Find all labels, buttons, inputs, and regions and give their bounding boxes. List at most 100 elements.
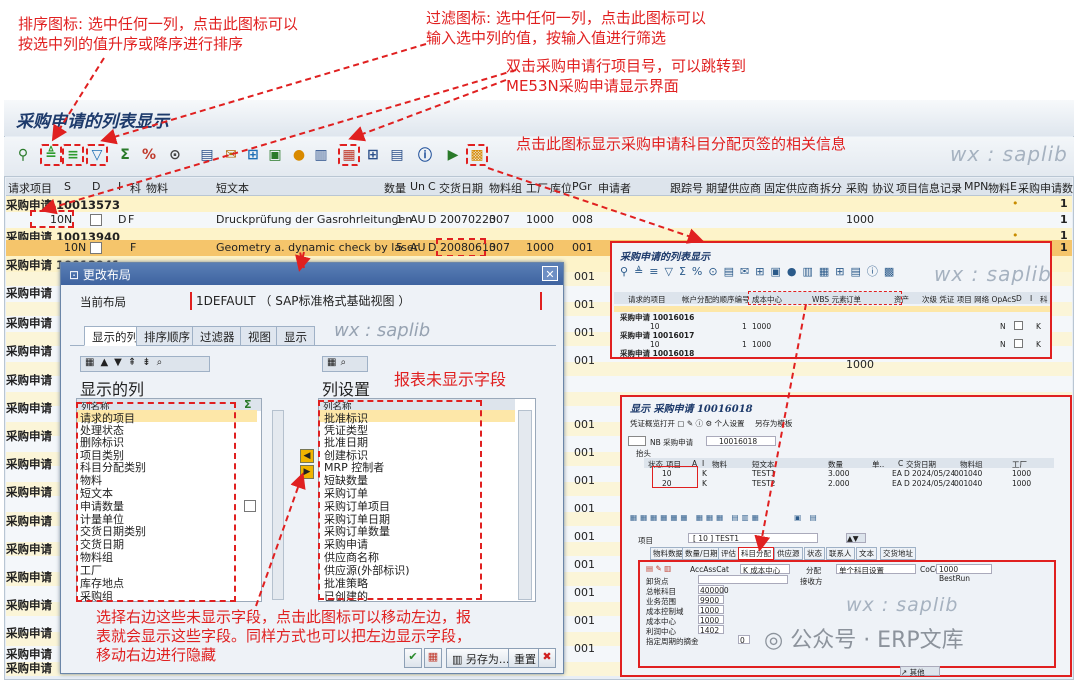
- subtotal-icon[interactable]: %: [138, 144, 160, 166]
- account-assignment-icon[interactable]: ▩: [466, 144, 488, 166]
- col-header[interactable]: 期望供应商: [706, 180, 761, 196]
- move-left-button[interactable]: ◀: [300, 449, 314, 463]
- new-doc-icon: ▢: [677, 419, 687, 428]
- pgr-cell: 001: [574, 502, 595, 515]
- thumb2-col-header: I: [702, 459, 705, 468]
- layout-label: 当前布局: [80, 295, 126, 309]
- thumb2-item-field: [ 10 ] TEST1: [688, 533, 818, 543]
- col-header[interactable]: 采购: [846, 180, 868, 196]
- item-category-cell: D: [118, 213, 127, 226]
- information-icon[interactable]: ⓘ: [414, 144, 436, 166]
- tab-sort-order[interactable]: 排序顺序: [136, 326, 198, 346]
- short-text-cell: Geometry a. dynamic check by laser: [216, 241, 419, 254]
- quantity-cell: 1: [396, 213, 403, 226]
- col-header[interactable]: 项目: [896, 180, 918, 196]
- close-icon[interactable]: ✕: [542, 266, 558, 281]
- print-preview-icon[interactable]: ⊙: [164, 144, 186, 166]
- cancel-button[interactable]: ✖: [538, 648, 556, 668]
- thumb2-mg: 001: [954, 469, 969, 478]
- footer-logo: ◎ 公众号 · ERP文库: [764, 622, 964, 654]
- select-details-icon[interactable]: ⚲: [12, 144, 34, 166]
- plant-cell: 1000: [526, 241, 554, 254]
- thumb2-field-value: 1000: [698, 615, 724, 625]
- confirm-button[interactable]: ✔: [404, 648, 422, 668]
- col-header[interactable]: 工厂: [526, 180, 548, 196]
- pgr-cell: 001: [574, 270, 595, 283]
- delete-checkbox[interactable]: [90, 214, 102, 226]
- footer-logo-text: 公众号 · ERP文库: [790, 628, 964, 653]
- col-header[interactable]: 物料: [988, 180, 1010, 196]
- col-header[interactable]: D: [92, 180, 100, 193]
- right-scrollbar[interactable]: [518, 410, 532, 600]
- item-number[interactable]: 10: [64, 241, 78, 254]
- sort-descending-icon[interactable]: ≡: [62, 144, 84, 166]
- col-header[interactable]: PGr: [572, 180, 592, 193]
- col-header[interactable]: Un: [410, 180, 425, 193]
- col-header[interactable]: 采购申请数: [1018, 180, 1073, 196]
- col-header[interactable]: 请求项目: [8, 180, 52, 196]
- col-header[interactable]: S: [64, 180, 71, 193]
- change-layout-icon[interactable]: ▦: [338, 144, 360, 166]
- sum-icon: Σ: [678, 265, 692, 278]
- delete-checkbox[interactable]: [90, 242, 102, 254]
- col-header[interactable]: 固定供应商: [764, 180, 819, 196]
- col-header[interactable]: MPN: [964, 180, 988, 193]
- graphic-icon[interactable]: ▣: [264, 144, 286, 166]
- thumb2-tab: 文本: [856, 547, 877, 560]
- col-header[interactable]: 物料: [146, 180, 168, 196]
- mail-icon[interactable]: ✉: [220, 144, 242, 166]
- layout-button[interactable]: ▦: [424, 648, 442, 668]
- layout-field[interactable]: 1DEFAULT （ SAP标准格式基础视图 ）: [190, 292, 542, 310]
- count-value: 1: [1060, 213, 1068, 226]
- export-icon[interactable]: ▤: [196, 144, 218, 166]
- thumb2-acct-field: K 成本中心: [740, 564, 790, 575]
- move-down-icon[interactable]: ▼: [114, 357, 128, 368]
- col-header[interactable]: 库位: [550, 180, 572, 196]
- col-header[interactable]: 跟踪号: [670, 180, 703, 196]
- save-as-button[interactable]: ▥ 另存为...: [446, 648, 516, 668]
- col-header[interactable]: 数量: [384, 180, 406, 196]
- move-up-icon[interactable]: ▲: [100, 357, 114, 368]
- tab-filter[interactable]: 过滤器: [192, 326, 243, 346]
- tab-view[interactable]: 视图: [240, 326, 279, 346]
- move-bottom-icon[interactable]: ⇟: [142, 357, 156, 368]
- col-header[interactable]: 协议: [872, 180, 894, 196]
- abc-analysis-icon[interactable]: ⊞: [242, 144, 264, 166]
- left-scrollbar[interactable]: [272, 410, 284, 600]
- col-header[interactable]: 拆分: [820, 180, 842, 196]
- group-label: 采购申请: [6, 647, 52, 661]
- col-header[interactable]: I: [118, 180, 121, 193]
- find-icon[interactable]: ⌕: [157, 357, 169, 368]
- select-all-icon[interactable]: ▦: [327, 357, 340, 368]
- column-checkbox[interactable]: [244, 500, 256, 512]
- thumb2-field-value: 9900: [698, 595, 724, 605]
- sort-ascending-icon[interactable]: ≜: [40, 144, 62, 166]
- sum-icon[interactable]: Σ: [114, 144, 136, 166]
- col-header[interactable]: 科: [130, 180, 141, 196]
- thumb2-item-label: 项目: [638, 536, 653, 545]
- thumb2-c: D: [904, 469, 910, 478]
- thumb2-tab: 物料数据: [650, 547, 686, 560]
- col-header[interactable]: E: [1010, 180, 1017, 193]
- move-top-icon[interactable]: ⇞: [128, 357, 142, 368]
- tab-display[interactable]: 显示: [276, 326, 315, 346]
- col-header[interactable]: 物料组: [489, 180, 522, 196]
- word-icon[interactable]: ●: [288, 144, 310, 166]
- thumb2-toolbar-item: 个人设置: [714, 419, 745, 428]
- thumb1-col-header: D: [1016, 294, 1022, 303]
- select-all-icon[interactable]: ▦: [85, 357, 100, 368]
- col-header[interactable]: 信息记录: [918, 180, 962, 196]
- spreadsheet-icon[interactable]: ▥: [310, 144, 332, 166]
- col-header[interactable]: 申请者: [598, 180, 631, 196]
- save-layout-icon[interactable]: ▤: [386, 144, 408, 166]
- item-details-icon[interactable]: ▶: [442, 144, 464, 166]
- move-right-button[interactable]: ▶: [300, 465, 314, 479]
- col-header[interactable]: 交货日期: [439, 180, 483, 196]
- filter-icon[interactable]: ▽: [86, 144, 108, 166]
- thumb1-col-header: 请求的项目: [628, 295, 666, 304]
- select-layout-icon[interactable]: ⊞: [362, 144, 384, 166]
- col-header[interactable]: C: [428, 180, 436, 193]
- reset-button[interactable]: 重置: [508, 648, 542, 668]
- find-icon[interactable]: ⌕: [340, 357, 350, 368]
- col-header[interactable]: 短文本: [216, 180, 249, 196]
